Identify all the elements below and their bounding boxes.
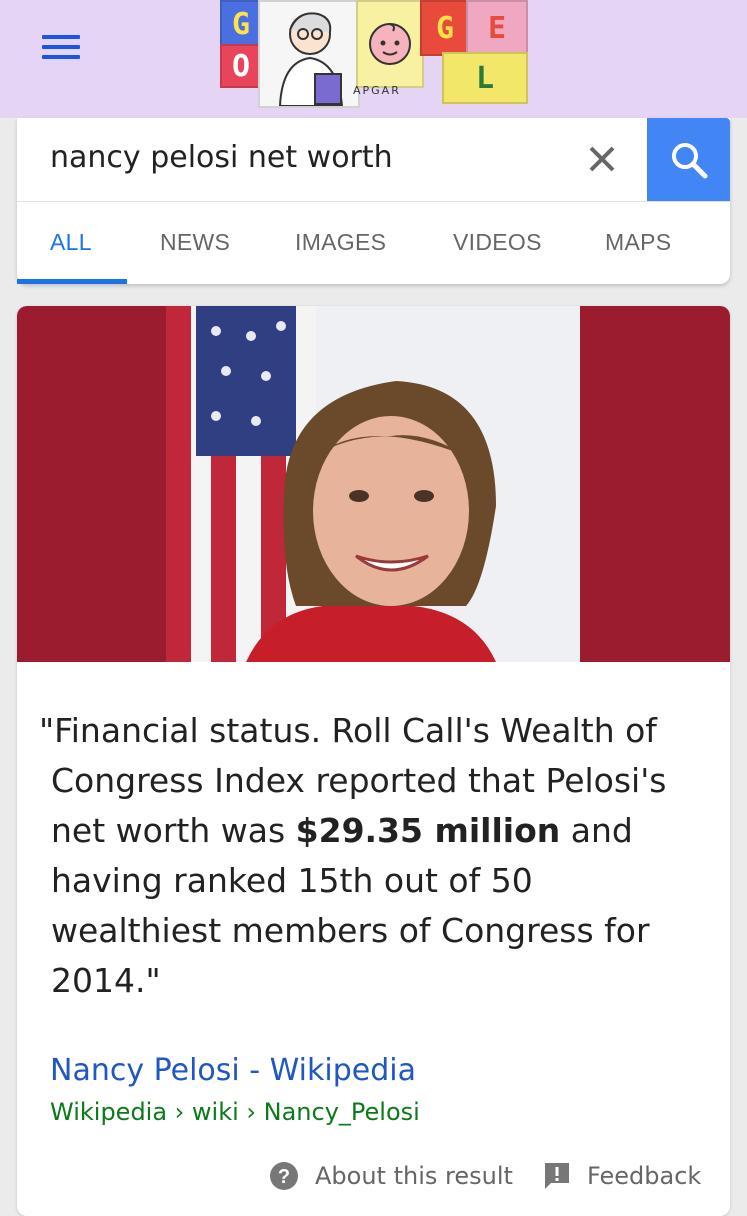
result-footer: ? About this result Feedback [17,1161,730,1211]
help-icon: ? [270,1162,298,1190]
snippet-line-3-end: and [560,811,633,850]
featured-snippet-card: "Financial status. Roll Call's Wealth of… [17,306,730,1216]
snippet-line-3: net worth was $29.35 million and [39,806,699,856]
search-card: nancy pelosi net worth ALL NEWS IMAGES V… [17,118,730,284]
search-row: nancy pelosi net worth [17,118,730,202]
tab-news[interactable]: NEWS [160,229,230,256]
clear-search-button[interactable] [583,136,621,180]
source-link[interactable]: Nancy Pelosi - Wikipedia [50,1053,416,1088]
about-this-result-button[interactable]: ? About this result [269,1161,513,1191]
close-icon [589,146,615,172]
search-input[interactable]: nancy pelosi net worth [50,140,393,175]
doodle-caption: APGAR [353,84,401,97]
snippet-text: "Financial status. Roll Call's Wealth of… [39,706,699,1006]
baby-face-tile [356,0,424,88]
tab-videos[interactable]: VIDEOS [453,229,542,256]
feedback-icon [545,1163,569,1189]
snippet-line-1: "Financial status. Roll Call's Wealth of [39,711,657,750]
feedback-label: Feedback [587,1162,702,1190]
search-icon [671,142,707,178]
search-button[interactable] [647,118,730,201]
doodle-letter-o: O [220,44,262,88]
portrait-photo[interactable] [166,306,580,662]
about-label: About this result [315,1162,513,1190]
photo-band [17,306,730,662]
active-tab-indicator [17,279,127,284]
snippet-line-3-start: net worth was [51,811,296,850]
doctor-illustration [258,0,360,108]
tab-all[interactable]: ALL [50,229,92,256]
google-doodle-logo[interactable]: G O APGAR G E L [220,0,528,108]
tab-images[interactable]: IMAGES [295,229,386,256]
doodle-letter-g2: G [420,0,470,56]
top-bar: G O APGAR G E L [0,0,747,118]
source-url: Wikipedia › wiki › Nancy_Pelosi [50,1098,420,1126]
tab-maps[interactable]: MAPS [605,229,671,256]
search-tabs: ALL NEWS IMAGES VIDEOS MAPS [17,201,730,284]
menu-icon[interactable] [42,33,82,61]
doodle-letter-l: L [442,52,528,104]
snippet-line-5: wealthiest members of Congress for [51,911,650,950]
snippet-line-2: Congress Index reported that Pelosi's [51,761,667,800]
doodle-letter-g1: G [220,0,262,48]
net-worth-highlight: $29.35 million [295,811,561,850]
svg-text:?: ? [278,1166,290,1188]
doodle-letter-e: E [466,0,528,56]
feedback-button[interactable]: Feedback [543,1161,701,1191]
snippet-line-4: having ranked 15th out of 50 [51,861,533,900]
snippet-line-6: 2014." [51,961,161,1000]
